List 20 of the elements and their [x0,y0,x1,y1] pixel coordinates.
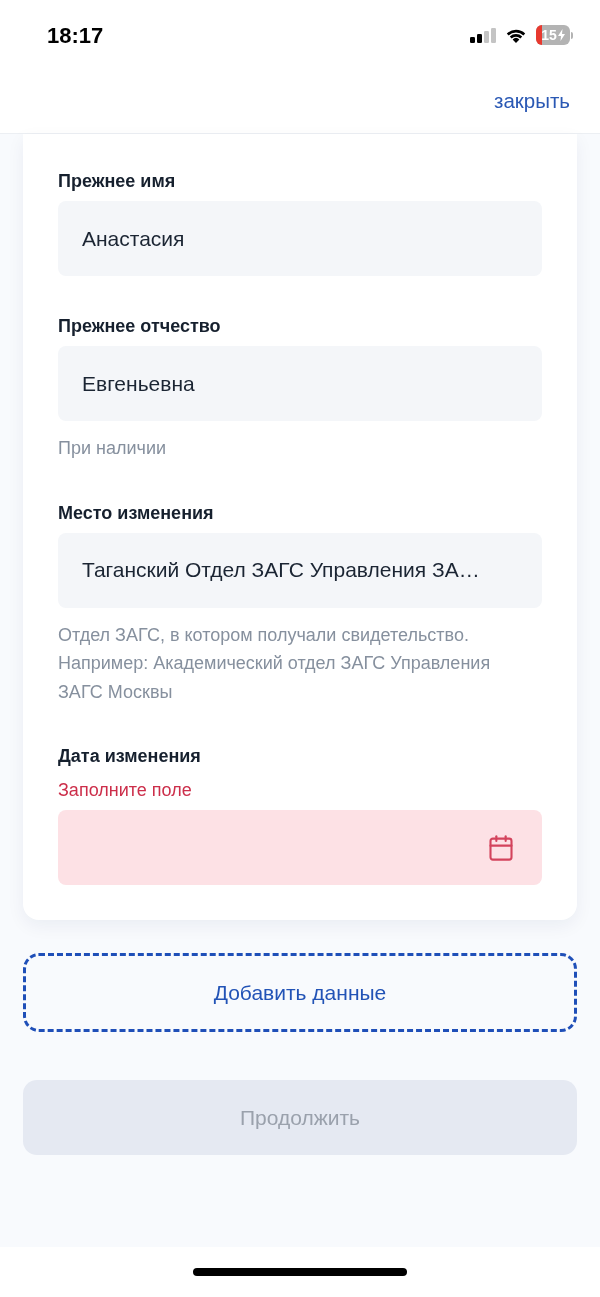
text-field[interactable]: Анастасия [58,201,542,276]
signal-icon [470,27,496,43]
battery-percent: 15 [541,27,557,43]
date-field[interactable] [58,810,542,885]
charging-bolt-icon [557,29,565,41]
add-data-button[interactable]: Добавить данные [23,953,577,1032]
field-label: Прежнее имя [58,170,177,193]
field-label: Прежнее отчество [58,315,222,338]
text-field[interactable]: Таганский Отдел ЗАГС Управления ЗА… [58,532,542,608]
close-link[interactable]: закрыть [494,86,570,117]
wifi-icon [505,27,527,43]
status-time: 18:17 [47,21,104,50]
text-field[interactable]: Евгеньевна [58,346,542,421]
calendar-icon [487,832,515,863]
error-message: Заполните поле [58,779,193,802]
field-label: Место изменения [58,501,215,525]
hint-text: Отдел ЗАГС, в котором получали свидетельство. Например: Академический отдел ЗАГС Управления ЗАГС Москвы [58,623,492,704]
hint-text: При наличии [58,437,167,460]
field-label: Дата изменения [58,745,202,768]
battery-low-segment [536,25,542,45]
